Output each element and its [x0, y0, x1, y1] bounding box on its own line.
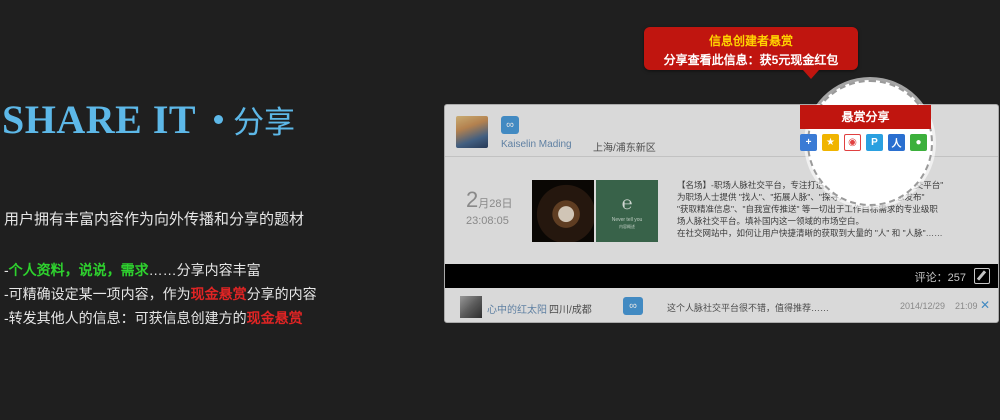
star-icon[interactable]: ★	[822, 134, 839, 151]
cover-caption: Never tell you	[611, 216, 643, 223]
comment-bar: 评论：257	[445, 264, 998, 288]
post-time: 23:08:05	[466, 215, 509, 227]
feature-line-1: -个人资料，说说，需求……分享内容丰富	[4, 258, 317, 282]
feature-prefix: -可精确设定某一项内容，作为	[4, 286, 191, 302]
commenter-location: 四川/成都	[549, 305, 592, 316]
highlight-demand: 需求	[120, 262, 149, 278]
close-icon[interactable]: ✕	[980, 298, 990, 312]
wechat-icon[interactable]: ●	[910, 134, 927, 151]
highlight-profile: 个人资料	[8, 262, 65, 278]
cover-caption-2: 内容概述	[619, 223, 635, 229]
highlight-cash-bounty: 现金悬赏	[246, 310, 303, 326]
avatar[interactable]	[456, 116, 488, 148]
share-icon-row: + ★ ◉ P 人 ●	[800, 134, 927, 151]
post-date-number: 2	[466, 187, 479, 212]
feature-line-3: -转发其他人的信息：可获信息创建方的现金悬赏	[4, 306, 317, 330]
post-body-line: 场人脉社交平台。填补国内这一领域的市场空白。	[677, 216, 865, 226]
p-icon[interactable]: P	[866, 134, 883, 151]
cover-glyph: ℮	[621, 192, 633, 213]
separator: ，	[64, 262, 79, 278]
author-location: 上海/浦东新区	[593, 143, 656, 154]
hero-title: SHARE IT 分享	[2, 96, 295, 143]
commenter-name[interactable]: 心中的红太阳	[487, 301, 547, 316]
edit-icon[interactable]	[974, 268, 990, 284]
feature-rest: ……分享内容丰富	[148, 262, 261, 278]
qzone-plus-icon[interactable]: +	[800, 134, 817, 151]
feature-line-2: -可精确设定某一项内容，作为现金悬赏分享的内容	[4, 282, 317, 306]
comment-date: 2014/12/29	[900, 301, 946, 311]
hero-title-zh: 分享	[233, 105, 296, 140]
post-body-line: 在社交网站中，如何让用户快捷清晰的获取到大量的 "人" 和 "人脉"……	[677, 228, 943, 238]
author-name[interactable]: Kaiselin Mading	[501, 139, 572, 150]
coffee-image[interactable]	[532, 180, 594, 242]
comment-time: 21:09	[955, 301, 978, 311]
hero-title-en: SHARE IT	[2, 97, 197, 142]
feature-list: -个人资料，说说，需求……分享内容丰富 -可精确设定某一项内容，作为现金悬赏分享…	[4, 258, 317, 330]
feature-prefix: -转发其他人的信息：可获信息创建方的	[4, 310, 247, 326]
separator: ，	[106, 262, 121, 278]
bounty-callout: 信息创建者悬赏 分享查看此信息：获5元现金红包	[644, 27, 858, 79]
callout-title: 信息创建者悬赏	[708, 34, 793, 48]
bounty-share-button[interactable]: 悬赏分享	[800, 105, 931, 129]
weibo-icon[interactable]: ◉	[844, 134, 861, 151]
link-icon[interactable]: ∞	[623, 297, 643, 315]
hero-description: 用户拥有丰富内容作为向外传播和分享的题材	[4, 211, 305, 228]
highlight-cash-bounty: 现金悬赏	[190, 286, 247, 302]
green-cover-image[interactable]: ℮ Never tell you 内容概述	[596, 180, 658, 242]
highlight-shuoshuo: 说说	[78, 262, 107, 278]
renren-icon[interactable]: 人	[888, 134, 905, 151]
avatar[interactable]	[460, 296, 482, 318]
callout-subtitle: 分享查看此信息：获5元现金红包	[663, 53, 839, 67]
comment-count[interactable]: 评论：257	[915, 269, 966, 285]
post-date-rest: 月28日	[478, 198, 513, 210]
feature-rest: 分享的内容	[246, 286, 317, 302]
comment-row: 心中的红太阳 四川/成都 ∞ 这个人脉社交平台很不错，值得推荐…… 2014/1…	[445, 292, 998, 322]
post-body-line: "获取精准信息"、"自我宣传推送" 等一切出于工作目标需求的专业级职	[677, 204, 938, 214]
link-icon[interactable]: ∞	[501, 116, 519, 134]
comment-text: 这个人脉社交平台很不错，值得推荐……	[667, 303, 830, 313]
post-date: 2月28日	[466, 187, 513, 213]
bullet-dot	[214, 115, 224, 124]
